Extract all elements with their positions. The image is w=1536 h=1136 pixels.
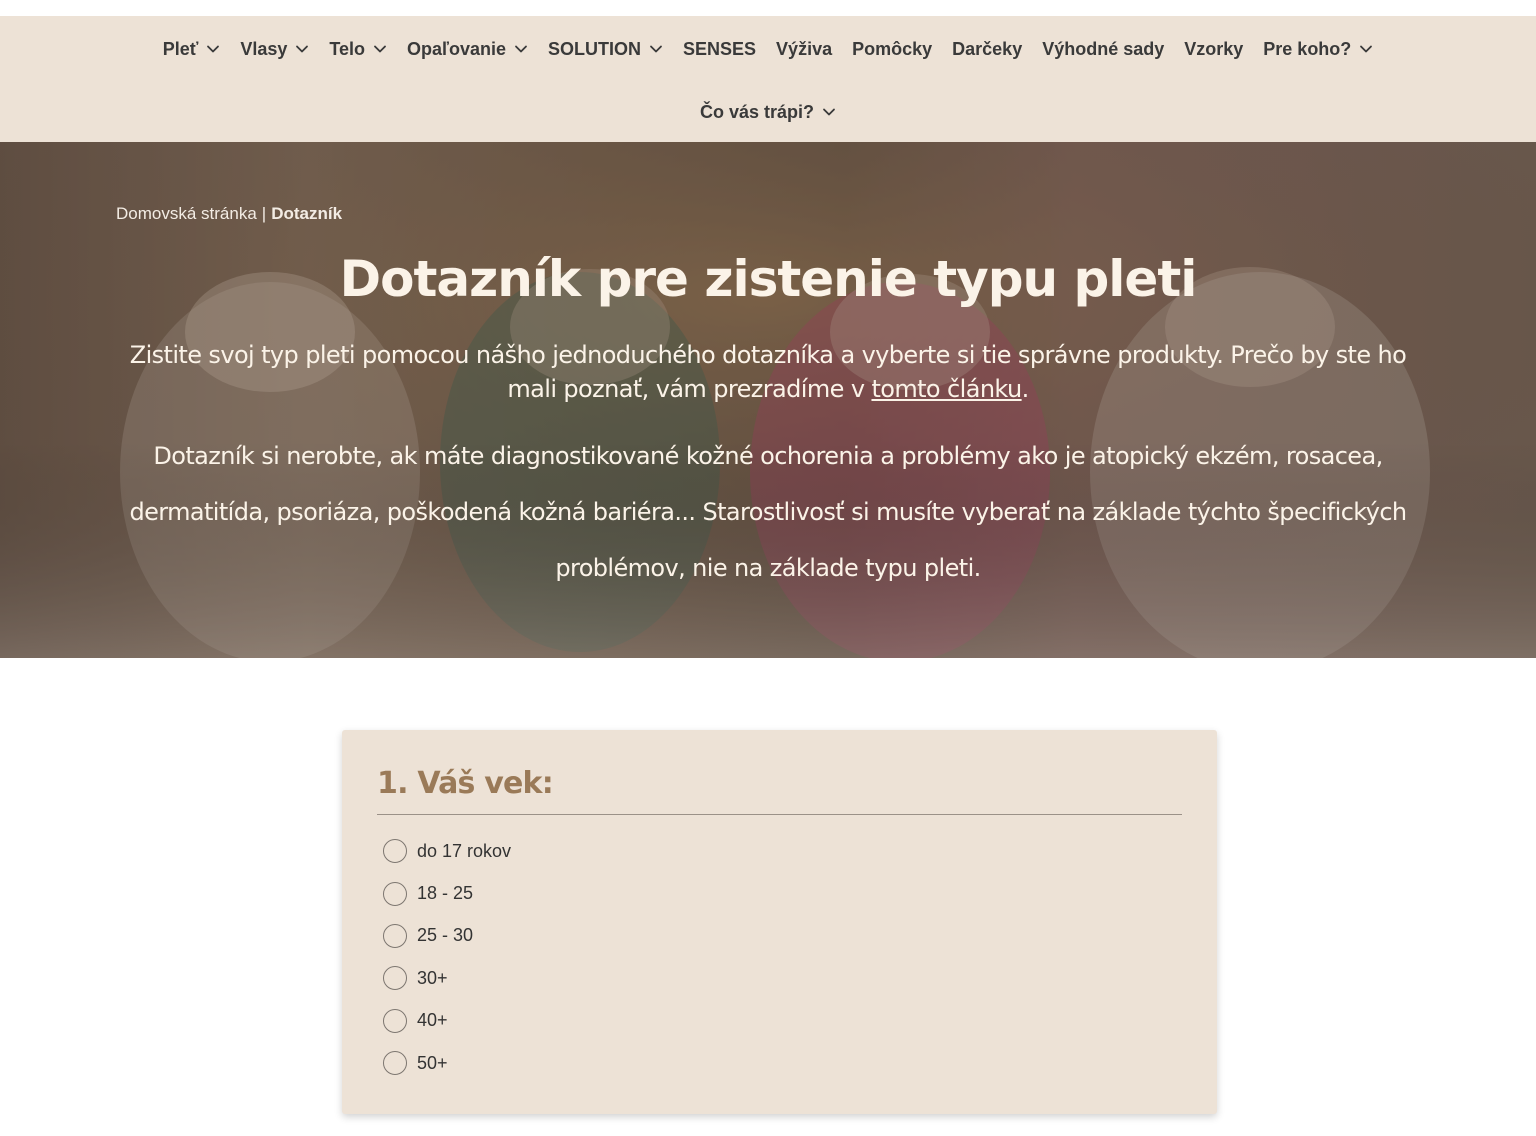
chevron-down-icon <box>373 42 387 56</box>
nav-item-label: Čo vás trápi? <box>699 101 815 122</box>
intro-paragraph: Zistite svoj typ pleti pomocou nášho jed… <box>120 338 1416 406</box>
warning-paragraph: Dotazník si nerobte, ak máte diagnostiko… <box>129 442 1407 582</box>
radio-button[interactable] <box>383 1051 407 1076</box>
chevron-down-icon <box>295 42 309 56</box>
chevron-down-icon <box>649 42 663 56</box>
nav-item-label: Výživa <box>776 38 833 59</box>
nav-item-pre-koho[interactable]: Pre koho? <box>1263 39 1373 60</box>
nav-row-primary: Pleť Vlasy Telo Opaľovanie SOLUTION SENSES Výž… <box>0 36 1536 62</box>
chevron-down-icon <box>822 105 836 119</box>
nav-item-pomocky[interactable]: Pomôcky <box>852 39 932 60</box>
nav-item-label: Telo <box>329 38 366 59</box>
nav-item-label: Vlasy <box>240 38 288 59</box>
nav-item-vyziva[interactable]: Výživa <box>776 39 832 60</box>
chevron-down-icon <box>514 42 528 56</box>
nav-item-co-vas-trapi[interactable]: Čo vás trápi? <box>700 102 836 123</box>
breadcrumb-home-link[interactable]: Domovská stránka <box>116 204 257 223</box>
radio-button[interactable] <box>383 923 407 948</box>
age-option[interactable]: 18 - 25 <box>383 872 511 914</box>
nav-item-label: SOLUTION <box>548 38 642 59</box>
option-label: 30+ <box>417 967 448 988</box>
breadcrumb: Domovská stránka | Dotazník <box>116 204 342 224</box>
option-label: 40+ <box>417 1010 448 1031</box>
chevron-down-icon <box>1359 42 1373 56</box>
nav-item-vzorky[interactable]: Vzorky <box>1184 39 1243 60</box>
nav-item-label: Opaľovanie <box>407 38 507 59</box>
age-option[interactable]: 40+ <box>383 1000 511 1042</box>
intro-text-end: . <box>1021 375 1030 403</box>
radio-button[interactable] <box>383 881 407 906</box>
age-option[interactable]: 30+ <box>383 957 511 999</box>
nav-item-darceky[interactable]: Darčeky <box>952 39 1022 60</box>
intro-text: Zistite svoj typ pleti pomocou nášho jed… <box>129 341 1407 403</box>
main-navigation: Pleť Vlasy Telo Opaľovanie SOLUTION SENSES Výž… <box>0 16 1536 142</box>
option-label: 18 - 25 <box>417 883 474 904</box>
question-divider <box>377 814 1182 815</box>
breadcrumb-current: Dotazník <box>271 204 343 223</box>
nav-item-telo[interactable]: Telo <box>329 39 387 60</box>
age-option[interactable]: 50+ <box>383 1042 511 1084</box>
nav-item-vyhodne-sady[interactable]: Výhodné sady <box>1042 39 1164 60</box>
nav-item-label: Darčeky <box>952 38 1023 59</box>
option-label: 50+ <box>417 1052 448 1073</box>
page-title: Dotazník pre zistenie typu pleti <box>339 250 1198 308</box>
chevron-down-icon <box>206 42 220 56</box>
nav-item-vlasy[interactable]: Vlasy <box>240 39 309 60</box>
top-strip <box>0 0 1536 16</box>
nav-item-solution[interactable]: SOLUTION <box>548 39 663 60</box>
nav-item-label: Vzorky <box>1184 38 1244 59</box>
radio-button[interactable] <box>383 966 407 991</box>
breadcrumb-separator: | <box>261 204 267 223</box>
article-link[interactable]: tomto článku <box>871 375 1022 403</box>
quiz-question-card: 1. Váš vek: do 17 rokov 18 - 25 25 - 30 30+… <box>342 730 1217 1114</box>
radio-button[interactable] <box>383 1008 407 1033</box>
radio-button[interactable] <box>383 839 407 864</box>
nav-item-label: Pleť <box>162 38 199 59</box>
nav-item-label: Výhodné sady <box>1042 38 1165 59</box>
nav-item-senses[interactable]: SENSES <box>683 39 756 60</box>
answer-options: do 17 rokov 18 - 25 25 - 30 30+ 40+ 50+ <box>383 830 511 1084</box>
age-option[interactable]: do 17 rokov <box>383 830 511 872</box>
hero-banner: Domovská stránka | Dotazník Dotazník pre z… <box>0 142 1536 658</box>
nav-item-label: Pomôcky <box>852 38 933 59</box>
nav-item-opalovanie[interactable]: Opaľovanie <box>407 39 528 60</box>
age-option[interactable]: 25 - 30 <box>383 915 511 957</box>
option-label: 25 - 30 <box>417 925 474 946</box>
option-label: do 17 rokov <box>417 840 512 861</box>
question-title: 1. Váš vek: <box>377 766 554 801</box>
nav-item-label: Pre koho? <box>1263 38 1352 59</box>
nav-row-secondary: Čo vás trápi? <box>0 99 1536 125</box>
nav-item-plet[interactable]: Pleť <box>163 39 221 60</box>
nav-item-label: SENSES <box>683 38 757 59</box>
